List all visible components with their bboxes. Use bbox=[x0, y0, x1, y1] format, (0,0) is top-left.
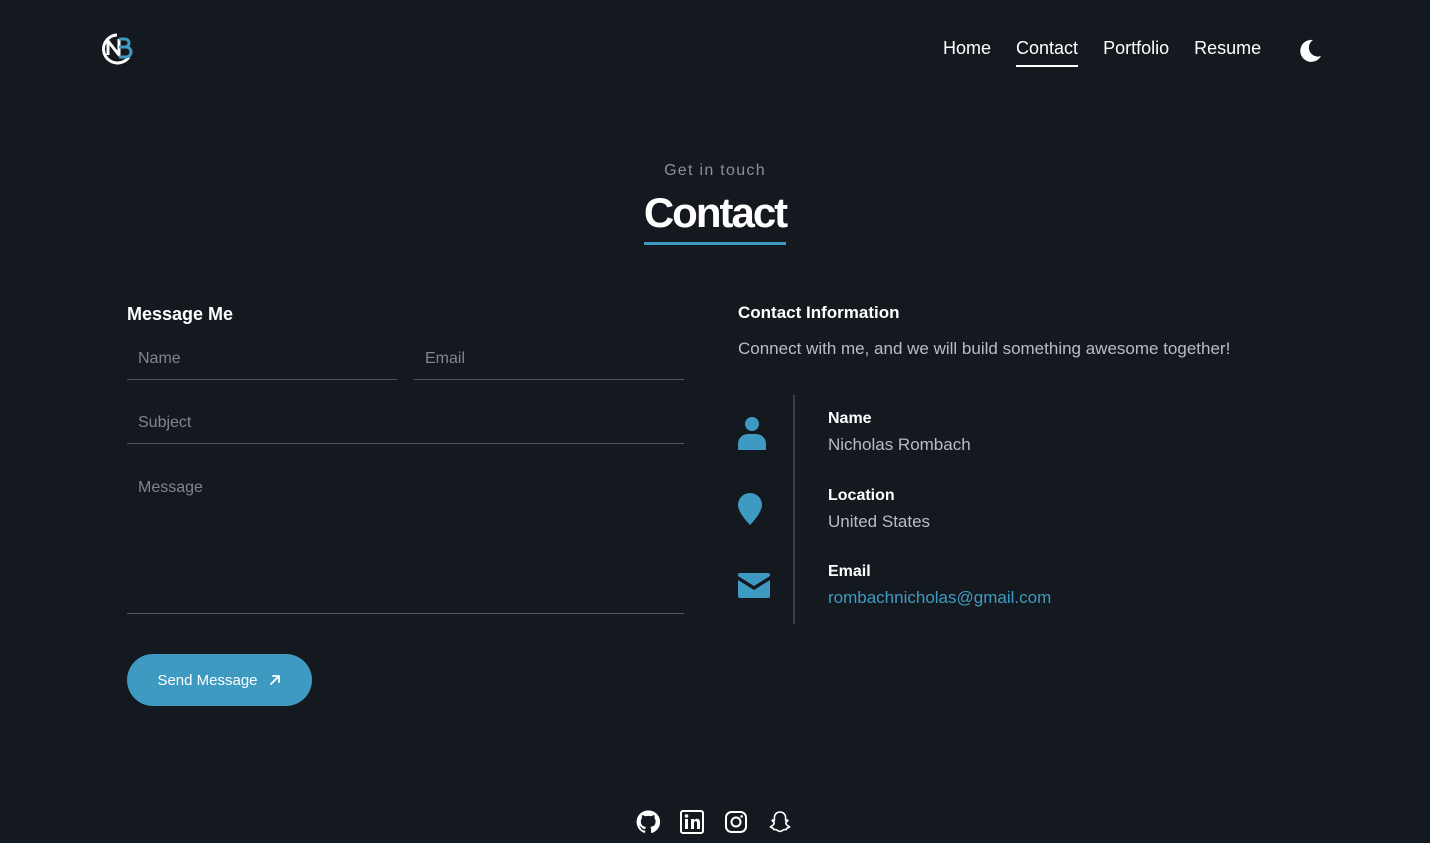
location-pin-icon bbox=[738, 493, 762, 525]
github-icon[interactable] bbox=[636, 810, 661, 834]
moon-icon[interactable] bbox=[1296, 37, 1324, 65]
title-wrapper: Contact bbox=[0, 190, 1430, 245]
send-message-label: Send Message bbox=[157, 671, 258, 689]
form-title: Message Me bbox=[127, 304, 234, 324]
vertical-divider bbox=[793, 395, 795, 624]
instagram-icon[interactable] bbox=[724, 810, 748, 834]
social-links bbox=[636, 810, 792, 834]
main-nav: Home Contact Portfolio Resume bbox=[943, 38, 1261, 67]
email-label: Email bbox=[828, 563, 871, 580]
send-message-button[interactable]: Send Message bbox=[127, 654, 312, 706]
name-label: Name bbox=[828, 410, 872, 427]
section-eyebrow: Get in touch bbox=[664, 162, 766, 179]
name-input[interactable] bbox=[127, 338, 397, 380]
nav-home-link[interactable]: Home bbox=[943, 38, 991, 67]
message-textarea[interactable] bbox=[127, 468, 684, 614]
nav-resume-link[interactable]: Resume bbox=[1194, 38, 1261, 67]
nav-portfolio-link[interactable]: Portfolio bbox=[1103, 38, 1169, 67]
name-value: Nicholas Rombach bbox=[828, 435, 971, 454]
location-value: United States bbox=[828, 512, 931, 531]
contact-info-description: Connect with me, and we will build somet… bbox=[738, 339, 1231, 358]
linkedin-icon[interactable] bbox=[680, 810, 704, 834]
envelope-icon bbox=[738, 573, 770, 598]
email-link[interactable]: rombachnicholas@gmail.com bbox=[828, 588, 1051, 608]
page-title: Contact bbox=[643, 190, 788, 245]
contact-page: Home Contact Portfolio Resume Get in tou… bbox=[0, 0, 1430, 843]
snapchat-icon[interactable] bbox=[768, 810, 792, 834]
contact-info-title: Contact Information bbox=[738, 303, 900, 322]
nav-contact-link[interactable]: Contact bbox=[1016, 38, 1079, 67]
logo-icon[interactable] bbox=[99, 31, 135, 67]
person-icon bbox=[738, 417, 766, 450]
location-label: Location bbox=[828, 487, 895, 504]
arrow-up-right-icon bbox=[269, 675, 280, 685]
subject-input[interactable] bbox=[127, 402, 684, 444]
email-input[interactable] bbox=[414, 338, 684, 380]
